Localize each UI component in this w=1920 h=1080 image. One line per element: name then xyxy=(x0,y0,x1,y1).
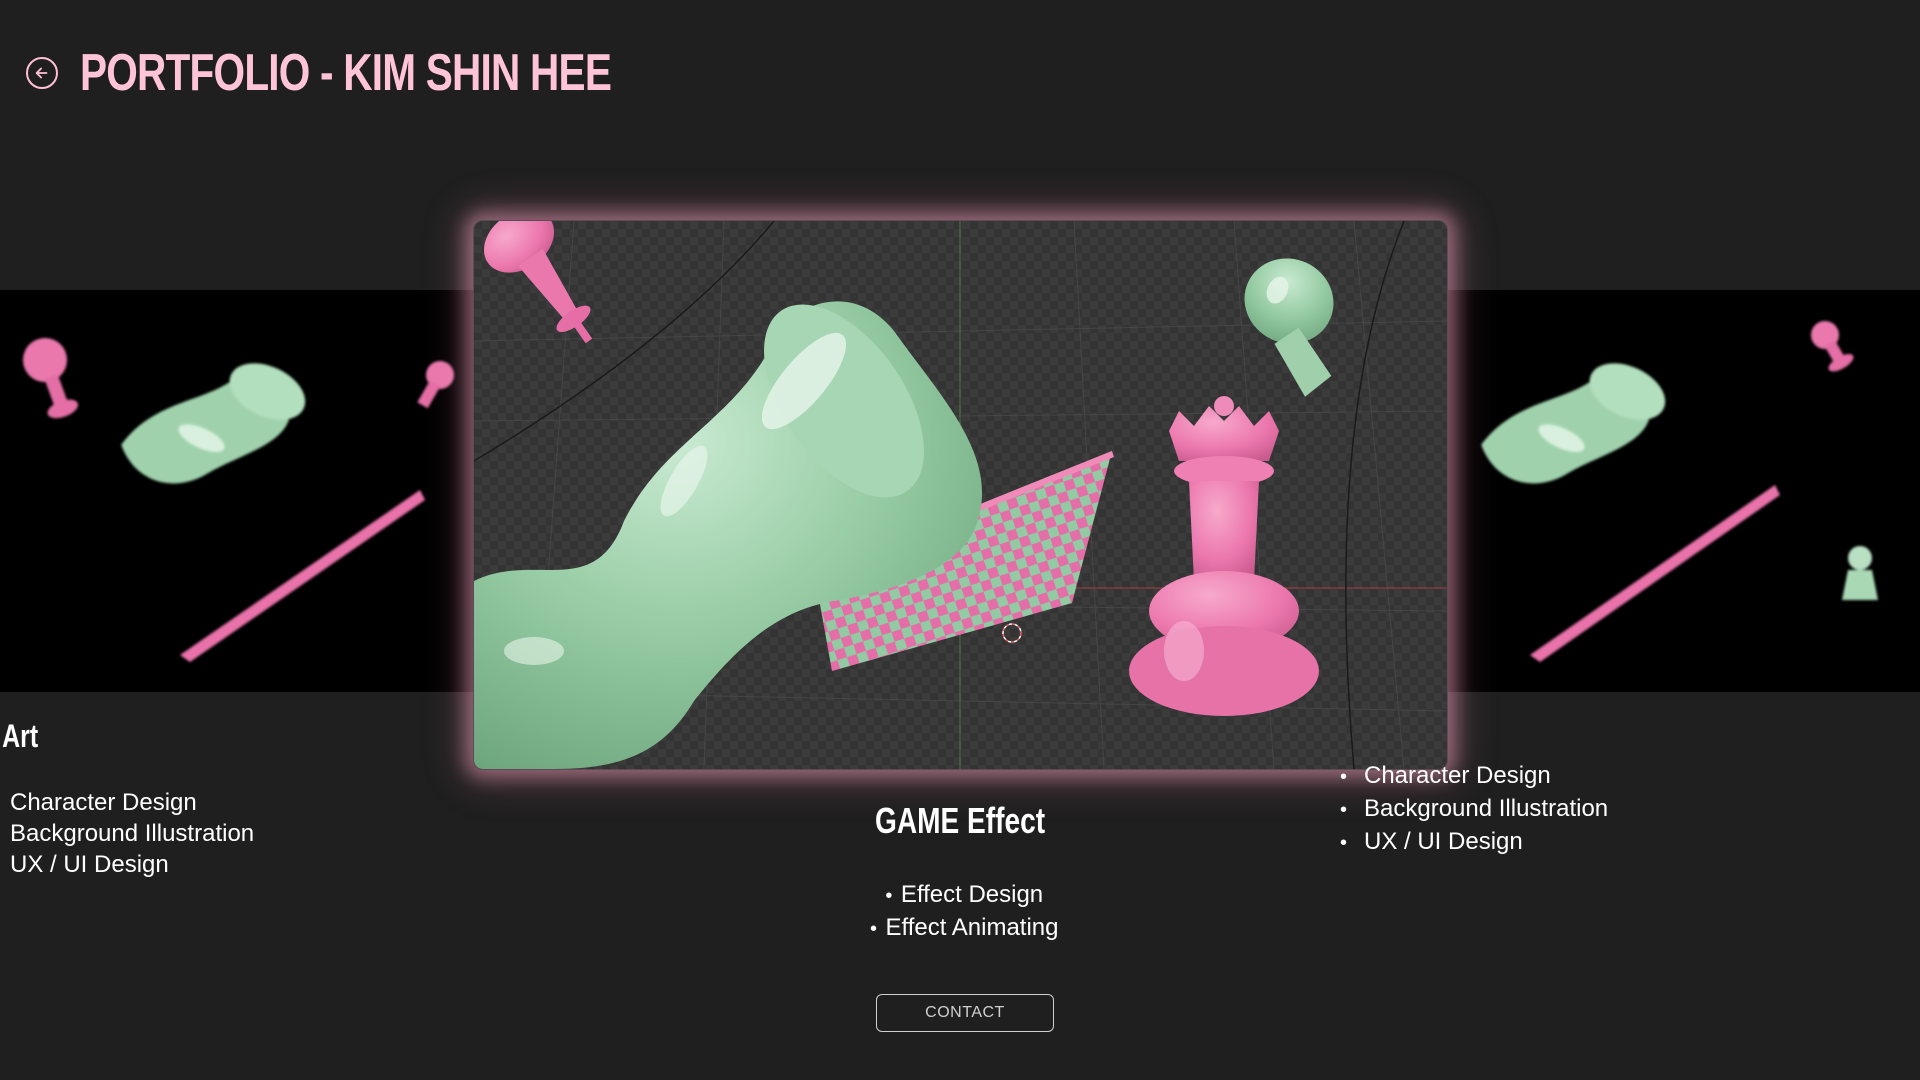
next-slide-image[interactable] xyxy=(1445,290,1920,692)
current-slide-image[interactable] xyxy=(473,220,1448,770)
list-item: Character Design xyxy=(1340,760,1608,793)
back-button[interactable] xyxy=(26,57,58,89)
prev-slide-image[interactable] xyxy=(0,290,475,692)
current-slide-title-text: GAME Effect xyxy=(874,800,1046,841)
list-item: Effect Animating xyxy=(0,912,1920,945)
list-item: Effect Design xyxy=(0,879,1920,912)
list-item: UX / UI Design xyxy=(10,851,169,878)
arrow-left-icon xyxy=(35,67,48,79)
current-slide-list: Effect Design Effect Animating xyxy=(0,879,1920,945)
contact-button[interactable]: CONTACT xyxy=(876,994,1054,1032)
prev-slide-title: me Art xyxy=(0,718,39,754)
page-title: PORTFOLIO - KIM SHIN HEE xyxy=(80,44,612,102)
prev-slide-caption: me Art Character Design Background Illus… xyxy=(0,718,254,880)
current-slide-title: GAME Effect xyxy=(0,800,1920,842)
page-header: PORTFOLIO - KIM SHIN HEE xyxy=(26,40,761,106)
